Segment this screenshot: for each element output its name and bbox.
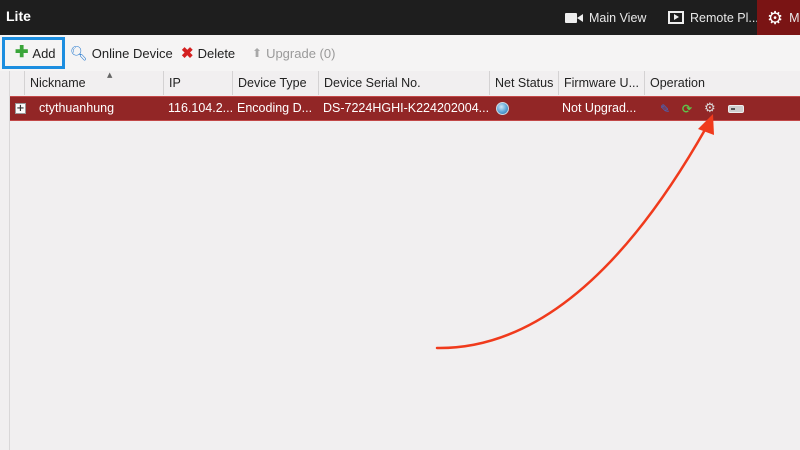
plus-icon: ✚ [15,44,29,61]
device-table-header: Nickname ▲ IP Device Type Device Serial … [10,71,800,95]
expand-icon[interactable]: + [15,103,26,114]
upgrade-arrow-icon: ⬆ [252,46,263,60]
device-toolbar: ✚ Add 🔍︎ Online Device ✖ Delete ⬆ Upgrad… [0,35,800,71]
column-header-nickname[interactable]: Nickname [24,71,159,95]
settings-gear-icon[interactable]: ⚙ [704,101,716,116]
online-device-button[interactable]: 🔍︎ Online Device [70,35,173,71]
upgrade-label: Upgrade (0) [266,45,336,61]
column-header-ip[interactable]: IP [163,71,231,95]
main-view-button[interactable]: Main View [565,0,646,35]
column-header-net-status[interactable]: Net Status [489,71,558,95]
delete-button[interactable]: ✖ Delete [181,35,235,71]
app-title: Lite [6,8,31,24]
hard-disk-icon[interactable] [728,105,744,113]
title-bar: Lite Main View Remote Pl... ⚙ M [0,0,800,35]
net-status-globe-icon [496,102,509,115]
gear-icon: ⚙ [767,7,784,28]
online-device-label: Online Device [91,45,173,61]
column-header-operation[interactable]: Operation [644,71,800,95]
device-management-label: M [789,10,800,25]
cell-device-type: Encoding D... [237,101,313,115]
refresh-icon[interactable]: ⟳ [682,101,692,116]
delete-icon: ✖ [181,45,194,62]
add-button[interactable]: ✚ Add [2,37,65,69]
remote-playback-label: Remote Pl... [690,10,759,25]
table-left-border [9,71,10,450]
delete-label: Delete [197,45,236,61]
cell-firmware: Not Upgrad... [562,101,637,115]
device-management-tab[interactable]: ⚙ M [757,0,800,35]
annotation-arrow-curve [435,126,708,350]
main-view-label: Main View [589,10,647,25]
table-row[interactable]: + ctythuanhung 116.104.2... Encoding D..… [10,96,800,121]
column-header-serial[interactable]: Device Serial No. [318,71,489,95]
add-label: Add [32,45,56,61]
cell-serial: DS-7224HGHI-K224202004... [323,101,489,115]
upgrade-button[interactable]: ⬆ Upgrade (0) [252,35,335,71]
remote-config-icon[interactable]: ✎ [660,101,670,116]
search-icon: 🔍︎ [70,44,88,61]
playback-icon [668,11,684,24]
cell-ip: 116.104.2... [168,101,232,115]
remote-playback-button[interactable]: Remote Pl... [668,0,759,35]
column-header-firmware[interactable]: Firmware U... [558,71,644,95]
sort-ascending-icon: ▲ [107,71,113,79]
cell-nickname: ctythuanhung [39,101,115,115]
column-header-device-type[interactable]: Device Type [232,71,318,95]
camera-icon [565,12,583,24]
